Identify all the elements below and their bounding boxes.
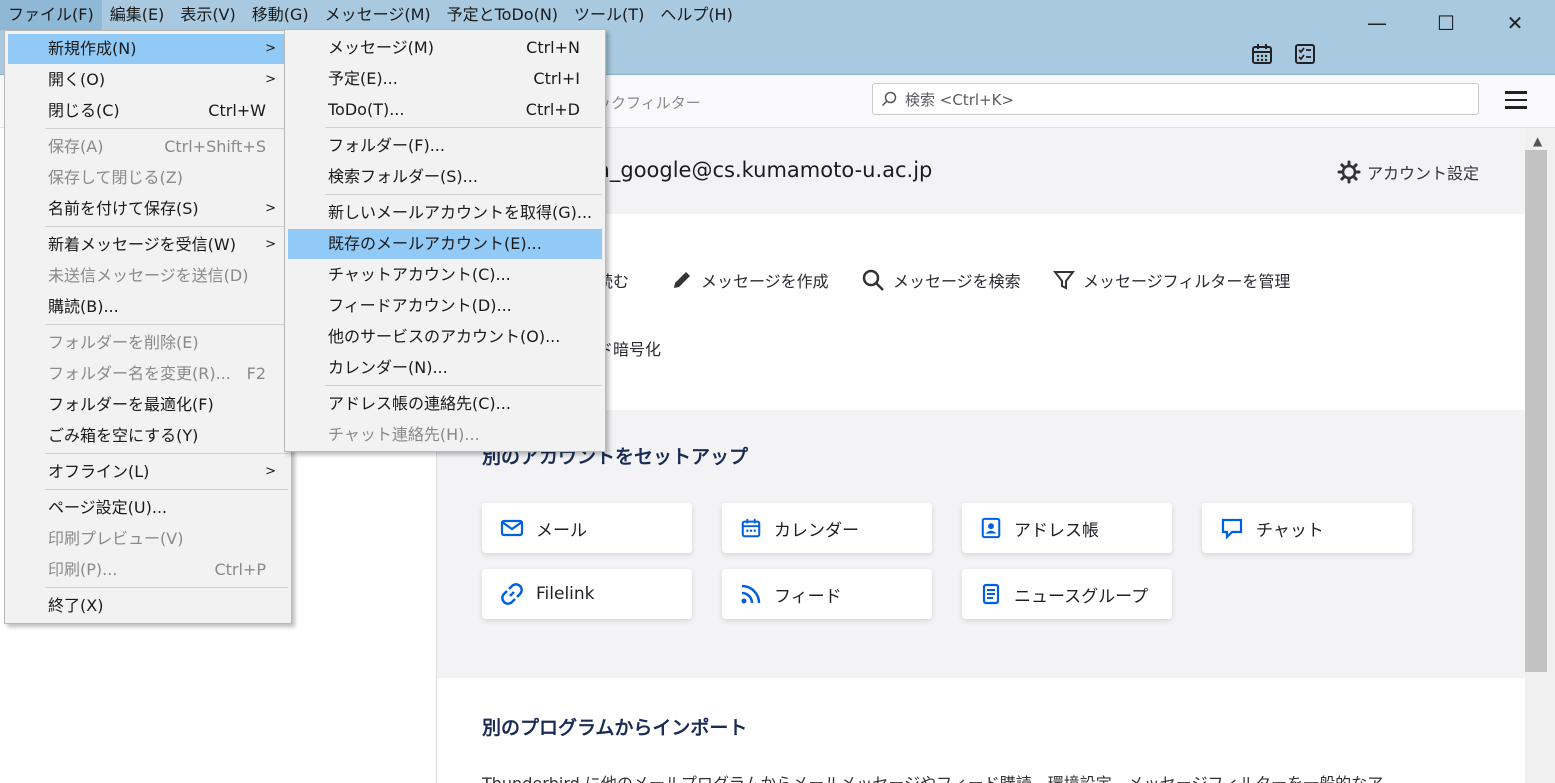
file-menu: 新規作成(N) > 開く(O) > 閉じる(C) Ctrl+W 保存(A) Ctrl+S… <box>4 30 292 624</box>
scrollbar-thumb[interactable] <box>1525 150 1547 672</box>
calendar-tab-icon[interactable] <box>1250 42 1274 66</box>
menu-help[interactable]: ヘルプ(H) <box>652 0 741 30</box>
new-todo-item[interactable]: ToDo(T)... Ctrl+D <box>288 95 602 125</box>
setup-addressbook-label: アドレス帳 <box>1014 520 1099 541</box>
file-menu-rename-folder: フォルダー名を変更(R)... F2 <box>48 364 266 383</box>
account-settings-button[interactable]: アカウント設定 <box>1337 160 1479 184</box>
new-event-item[interactable]: 予定(E)... Ctrl+I <box>288 64 602 94</box>
filter-icon <box>1053 271 1075 290</box>
new-address-book-contact-item[interactable]: アドレス帳の連絡先(C)... <box>288 389 602 419</box>
setup-mail-button[interactable]: メール <box>482 503 692 553</box>
file-menu-send-unsent: 未送信メッセージを送信(D) <box>48 266 249 285</box>
new-folder-item[interactable]: フォルダー(F)... <box>288 131 602 161</box>
maximize-button[interactable]: ☐ <box>1423 6 1469 40</box>
setup-feed-button[interactable]: フィード <box>722 569 932 619</box>
chat-icon <box>1221 518 1243 539</box>
file-menu-save-as[interactable]: 名前を付けて保存(S) > <box>8 194 288 224</box>
file-menu-compact-folder[interactable]: フォルダーを最適化(F) <box>8 390 288 420</box>
menu-file[interactable]: ファイル(F) <box>0 0 102 30</box>
file-menu-page-setup[interactable]: ページ設定(U)... <box>8 493 288 523</box>
close-window-button[interactable]: ✕ <box>1492 6 1538 40</box>
account-settings-label: アカウント設定 <box>1367 164 1480 183</box>
address-book-icon <box>981 517 1001 539</box>
new-calendar-item[interactable]: カレンダー(N)... <box>288 353 602 383</box>
file-menu-get-messages[interactable]: 新着メッセージを受信(W) > <box>8 230 288 260</box>
new-chat-contact-item: チャット連絡先(H)... <box>328 425 480 444</box>
import-title: 別のプログラムからインポート <box>482 717 748 739</box>
file-menu-delete-folder: フォルダーを削除(E) <box>48 333 199 352</box>
menu-go[interactable]: 移動(G) <box>244 0 317 30</box>
account-email: a_google@cs.kumamoto-u.ac.jp <box>597 158 933 182</box>
new-get-mail-account-item[interactable]: 新しいメールアカウントを取得(G)... <box>288 198 602 228</box>
scroll-up-arrow-icon[interactable]: ▲ <box>1533 134 1542 148</box>
setup-calendar-button[interactable]: カレンダー <box>722 503 932 553</box>
scrollbar[interactable]: ▲ <box>1525 128 1555 783</box>
new-other-service-account-item[interactable]: 他のサービスのアカウント(O)... <box>288 322 602 352</box>
setup-mail-label: メール <box>536 520 587 541</box>
minimize-button[interactable]: — <box>1354 6 1400 40</box>
import-description: Thunderbird に他のメールプログラムからメールメッセージやフィード購読… <box>482 770 1383 783</box>
gear-icon <box>1337 160 1361 184</box>
menu-view[interactable]: 表示(V) <box>172 0 243 30</box>
new-feed-account-item[interactable]: フィードアカウント(D)... <box>288 291 602 321</box>
setup-feed-label: フィード <box>774 586 842 607</box>
setup-newsgroup-label: ニュースグループ <box>1014 586 1149 607</box>
link-icon <box>501 583 523 605</box>
setup-addressbook-button[interactable]: アドレス帳 <box>962 503 1172 553</box>
compose-label: メッセージを作成 <box>701 272 829 291</box>
file-menu-exit[interactable]: 終了(X) <box>8 591 288 621</box>
setup-calendar-label: カレンダー <box>774 520 859 541</box>
menu-tools[interactable]: ツール(T) <box>566 0 652 30</box>
setup-chat-label: チャット <box>1256 520 1324 541</box>
new-chat-account-item[interactable]: チャットアカウント(C)... <box>288 260 602 290</box>
tasks-tab-icon[interactable] <box>1293 42 1317 66</box>
search-messages-label: メッセージを検索 <box>893 272 1021 291</box>
file-menu-open[interactable]: 開く(O) > <box>8 65 288 95</box>
app-menu-icon[interactable] <box>1505 91 1527 111</box>
newsgroup-icon <box>982 583 1000 605</box>
file-menu-empty-trash[interactable]: ごみ箱を空にする(Y) <box>8 421 288 451</box>
search-box[interactable] <box>872 83 1479 115</box>
e2e-encryption-action[interactable]: ド暗号化 <box>597 336 661 360</box>
setup-newsgroup-button[interactable]: ニュースグループ <box>962 569 1172 619</box>
file-menu-new[interactable]: 新規作成(N) > <box>8 34 288 64</box>
setup-filelink-label: Filelink <box>536 584 595 604</box>
pencil-icon <box>674 272 690 288</box>
new-existing-mail-account-item[interactable]: 既存のメールアカウント(E)... <box>288 229 602 259</box>
rss-icon <box>741 584 761 604</box>
file-menu-print-preview: 印刷プレビュー(V) <box>48 529 184 548</box>
file-menu-print: 印刷(P)... Ctrl+P <box>48 560 266 579</box>
search-messages-action[interactable]: メッセージを検索 <box>861 268 1021 292</box>
manage-filters-label: メッセージフィルターを管理 <box>1083 272 1291 291</box>
search-icon <box>862 269 884 291</box>
quick-filter-button[interactable]: ックフィルター <box>596 92 701 113</box>
new-message-item[interactable]: メッセージ(M) Ctrl+N <box>288 33 602 63</box>
file-menu-subscribe[interactable]: 購読(B)... <box>8 292 288 322</box>
search-input[interactable] <box>903 88 1467 112</box>
new-search-folder-item[interactable]: 検索フォルダー(S)... <box>288 162 602 192</box>
compose-action[interactable]: メッセージを作成 <box>671 268 829 292</box>
setup-filelink-button[interactable]: Filelink <box>482 569 692 619</box>
new-submenu: メッセージ(M) Ctrl+N 予定(E)... Ctrl+I ToDo(T)...… <box>284 29 606 452</box>
menu-edit[interactable]: 編集(E) <box>102 0 173 30</box>
file-menu-close[interactable]: 閉じる(C) Ctrl+W <box>8 96 288 126</box>
search-icon <box>881 91 897 107</box>
setup-chat-button[interactable]: チャット <box>1202 503 1412 553</box>
menu-events-tasks[interactable]: 予定とToDo(N) <box>439 0 566 30</box>
manage-filters-action[interactable]: メッセージフィルターを管理 <box>1053 268 1290 292</box>
menu-bar: ファイル(F) 編集(E) 表示(V) 移動(G) メッセージ(M) 予定とTo… <box>0 0 741 30</box>
mail-icon <box>500 519 524 537</box>
file-menu-save: 保存(A) Ctrl+Shift+S <box>48 137 266 156</box>
calendar-icon <box>741 518 761 538</box>
menu-message[interactable]: メッセージ(M) <box>317 0 439 30</box>
file-menu-offline[interactable]: オフライン(L) > <box>8 457 288 487</box>
file-menu-save-close: 保存して閉じる(Z) <box>48 168 183 187</box>
